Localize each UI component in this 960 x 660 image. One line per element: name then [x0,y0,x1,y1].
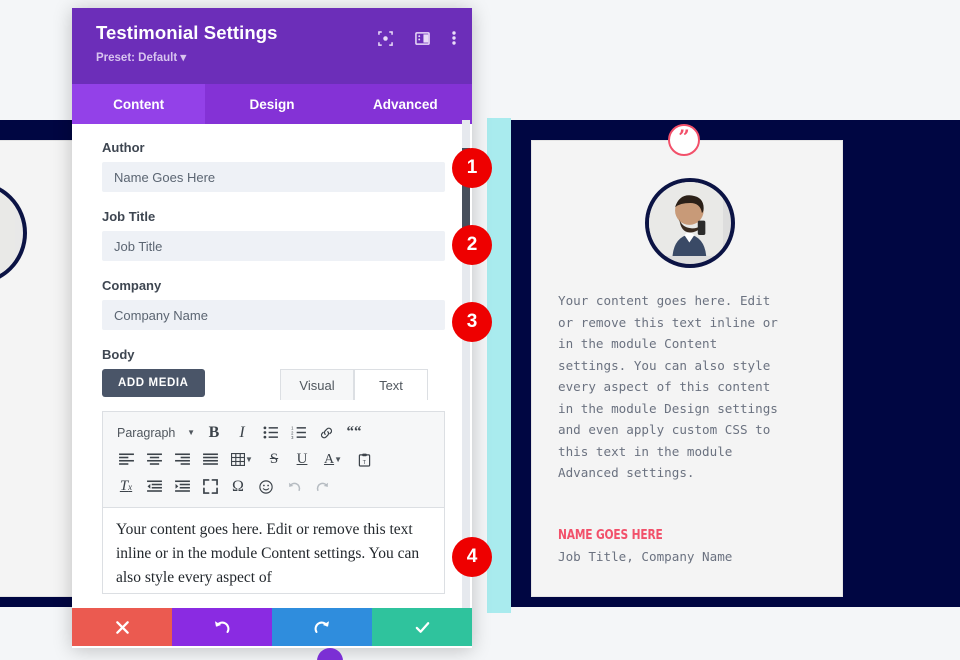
preview-author-name: NAME GOES HERE [558,528,663,543]
editor-mode-tabs: Visual Text [280,369,428,400]
undo-icon[interactable] [281,474,307,500]
cancel-button[interactable] [72,608,172,646]
editor-toolbar-row-1: Paragraph ▼ B I 123 ““ [113,419,436,446]
align-center-icon[interactable] [141,447,167,473]
body-label: Body [102,347,135,362]
job-title-input[interactable] [102,231,445,261]
link-icon[interactable] [313,420,339,446]
testimonial-settings-modal: Testimonial Settings Preset: Default ▾ C… [72,8,472,648]
numbered-list-icon[interactable]: 123 [285,420,311,446]
chevron-down-icon: ▼ [334,455,343,464]
italic-icon[interactable]: I [229,420,255,446]
modal-tabs: Content Design Advanced [72,84,472,124]
chevron-down-icon: ▼ [187,428,195,437]
preview-author-meta: Job Title, Company Name [558,549,733,564]
undo-icon [215,621,230,633]
editor-content[interactable]: Your content goes here. Edit or remove t… [102,508,445,594]
layout-panel-icon[interactable] [415,31,430,46]
align-right-icon[interactable] [169,447,195,473]
company-input[interactable] [102,300,445,330]
svg-text:3: 3 [291,435,294,439]
preview-avatar [645,178,735,268]
modal-body: Author Job Title Company Body ADD MEDIA … [72,124,472,616]
avatar [0,181,27,285]
editor-toolbar: Paragraph ▼ B I 123 ““ ▼ S U A ▼ T T x Ω [102,411,445,508]
quote-icon: ” [668,124,700,156]
avatar-photo [649,182,723,256]
author-label: Author [102,140,145,155]
redo-button[interactable] [272,608,372,646]
screen: ere. Edit inline o nt lso style s conten… [0,0,960,660]
background-card-body: ere. Edit inline o nt lso style s conten… [0,301,75,469]
tab-content[interactable]: Content [72,84,206,124]
tab-advanced[interactable]: Advanced [339,84,472,124]
blockquote-icon[interactable]: ““ [341,420,367,446]
annotation-badge-3: 3 [452,302,492,342]
redo-icon[interactable] [309,474,335,500]
tab-design[interactable]: Design [205,84,338,124]
fullscreen-icon[interactable] [197,474,223,500]
text-color-icon[interactable]: A ▼ [317,447,349,473]
tab-text[interactable]: Text [354,369,428,400]
strikethrough-icon[interactable]: S [261,447,287,473]
bulleted-list-icon[interactable] [257,420,283,446]
indent-icon[interactable] [169,474,195,500]
annotation-badge-1: 1 [452,148,492,188]
save-button[interactable] [372,608,472,646]
emoji-icon[interactable] [253,474,279,500]
focus-icon[interactable] [378,30,393,46]
format-select-label: Paragraph [117,425,176,440]
redo-icon [314,621,329,633]
outdent-icon[interactable] [141,474,167,500]
chevron-down-icon: ▼ [245,455,253,464]
background-testimonial-card: ere. Edit inline o nt lso style s conten… [0,140,82,597]
clear-formatting-icon[interactable]: Tx [113,474,139,500]
annotation-badge-2: 2 [452,225,492,265]
editor-toolbar-row-2: ▼ S U A ▼ T [113,446,436,473]
modal-header: Testimonial Settings Preset: Default ▾ [72,8,472,84]
preset-selector[interactable]: Preset: Default ▾ [96,50,454,64]
modal-header-actions [378,30,456,46]
align-justify-icon[interactable] [197,447,223,473]
format-select[interactable]: Paragraph ▼ [113,420,199,446]
company-label: Company [102,278,162,293]
table-icon[interactable]: ▼ [225,447,259,473]
editor-toolbar-row-3: Tx Ω [113,473,436,500]
preview-body-text: Your content goes here. Edit or remove t… [558,293,778,480]
author-input[interactable] [102,162,445,192]
paste-as-text-icon[interactable]: T [351,447,377,473]
annotation-badge-4: 4 [452,537,492,577]
align-left-icon[interactable] [113,447,139,473]
underline-icon[interactable]: U [289,447,315,473]
page-divider-strip [487,118,511,613]
check-icon [415,621,429,633]
close-icon [115,620,129,634]
svg-text:T: T [362,460,366,466]
undo-button[interactable] [172,608,272,646]
special-character-icon[interactable]: Ω [225,474,251,500]
preset-label: Preset: Default [96,52,178,64]
avatar-photo [0,185,15,273]
bold-icon[interactable]: B [201,420,227,446]
chevron-down-icon: ▾ [180,52,187,64]
modal-action-bar [72,608,472,646]
tab-visual[interactable]: Visual [280,369,354,400]
add-media-button[interactable]: ADD MEDIA [102,369,205,397]
more-options-icon[interactable] [452,30,456,46]
job-title-label: Job Title [102,209,156,224]
wysiwyg-editor: Paragraph ▼ B I 123 ““ ▼ S U A ▼ T T x Ω… [102,411,450,594]
